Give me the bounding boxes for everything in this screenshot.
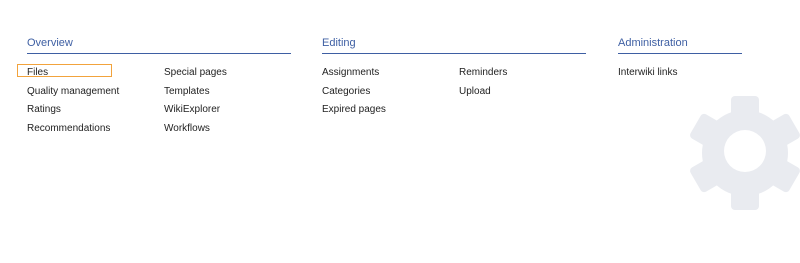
menu-link-interwiki-links[interactable]: Interwiki links xyxy=(618,67,677,86)
menu-link-ratings[interactable]: Ratings xyxy=(27,104,119,123)
menu-link-upload[interactable]: Upload xyxy=(459,86,507,105)
menu-link-categories[interactable]: Categories xyxy=(322,86,386,105)
section-overview: Overview Files Quality management Rating… xyxy=(27,36,291,134)
overview-column-2: Special pages Templates WikiExplorer Wor… xyxy=(164,67,227,141)
menu-link-reminders[interactable]: Reminders xyxy=(459,67,507,86)
gear-icon xyxy=(690,96,800,210)
menu-link-expired-pages[interactable]: Expired pages xyxy=(322,104,386,123)
overview-column-1: Files Quality management Ratings Recomme… xyxy=(27,67,119,141)
administration-column-1: Interwiki links xyxy=(618,67,677,86)
menu-link-templates[interactable]: Templates xyxy=(164,86,227,105)
menu-link-assignments[interactable]: Assignments xyxy=(322,67,386,86)
nav-menu: Overview Files Quality management Rating… xyxy=(0,0,800,263)
menu-link-quality-management[interactable]: Quality management xyxy=(27,86,119,105)
menu-link-special-pages[interactable]: Special pages xyxy=(164,67,227,86)
section-editing: Editing Assignments Categories Expired p… xyxy=(322,36,586,115)
section-title-overview: Overview xyxy=(27,36,291,54)
editing-column-1: Assignments Categories Expired pages xyxy=(322,67,386,123)
menu-link-wikiexplorer[interactable]: WikiExplorer xyxy=(164,104,227,123)
editing-column-2: Reminders Upload xyxy=(459,67,507,104)
section-administration: Administration Interwiki links xyxy=(618,36,742,78)
section-title-editing: Editing xyxy=(322,36,586,54)
menu-link-workflows[interactable]: Workflows xyxy=(164,123,227,142)
focus-outline xyxy=(17,64,112,77)
section-title-administration: Administration xyxy=(618,36,742,54)
menu-link-recommendations[interactable]: Recommendations xyxy=(27,123,119,142)
